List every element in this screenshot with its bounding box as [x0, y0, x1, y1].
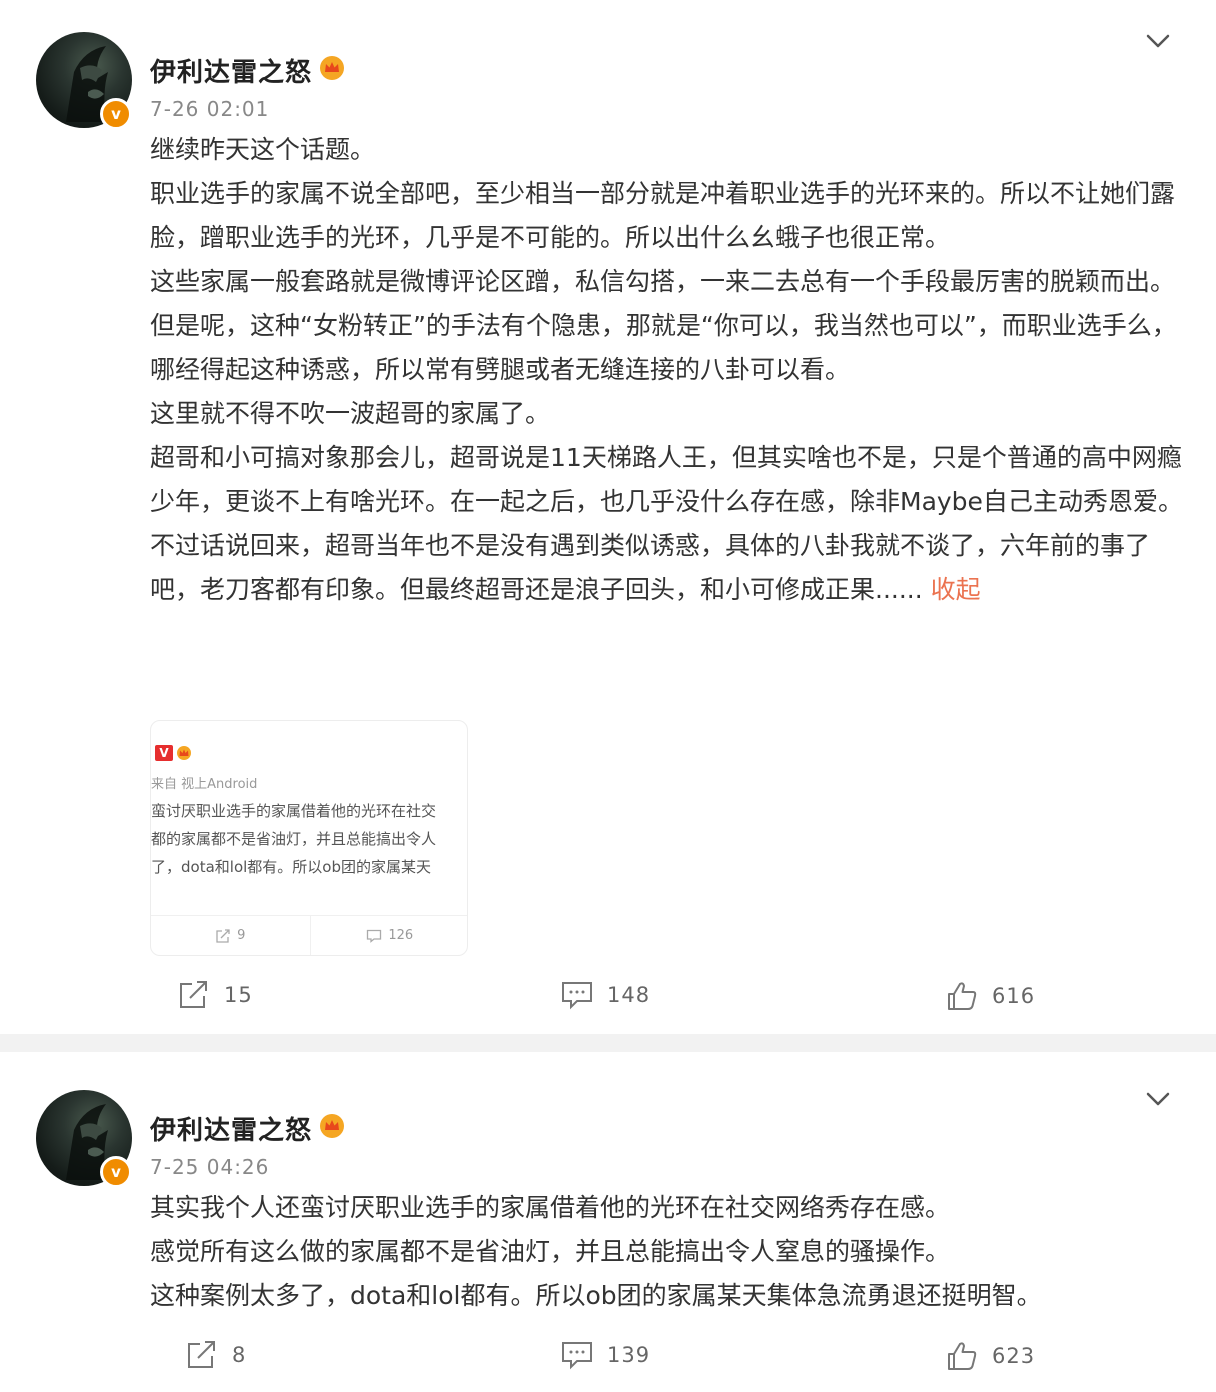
like-count: 623 — [992, 1344, 1036, 1368]
post-paragraph: 这种案例太多了，dota和lol都有。所以ob团的家属某天集体急流勇退还挺明智。 — [150, 1281, 1042, 1310]
post-paragraph: 其实我个人还蛮讨厌职业选手的家属借着他的光环在社交网络秀存在感。 — [150, 1193, 951, 1222]
crown-icon — [320, 56, 344, 80]
comment-button[interactable]: 148 — [561, 980, 650, 1010]
embed-source: 来自 视上Android — [151, 777, 258, 792]
verified-badge-icon: v — [100, 1156, 132, 1188]
repost-icon — [180, 981, 207, 1008]
comment-icon — [367, 929, 382, 943]
crown-icon — [320, 1114, 344, 1138]
thumbs-up-icon — [948, 982, 977, 1010]
embed-comment: 126 — [309, 916, 468, 955]
chevron-down-icon[interactable] — [1144, 32, 1172, 50]
post-paragraph: 不过话说回来，超哥当年也不是没有遇到类似诱惑，具体的八卦我就不谈了，六年前的事了… — [150, 524, 1190, 612]
embed-crown-icon — [177, 746, 191, 760]
embed-text: 蛮讨厌职业选手的家属借着他的光环在社交 都的家属都不是省油灯，并且总能搞出令人 … — [151, 797, 467, 881]
like-count: 616 — [992, 984, 1036, 1008]
embed-badges: V — [155, 745, 193, 761]
post-paragraph: 继续昨天这个话题。 — [150, 135, 376, 164]
repost-button[interactable]: 15 — [178, 980, 253, 1010]
chevron-down-icon[interactable] — [1144, 1090, 1172, 1108]
username[interactable]: 伊利达雷之怒 — [150, 52, 312, 89]
post-paragraph: 感觉所有这么做的家属都不是省油灯，并且总能搞出令人窒息的骚操作。 — [150, 1237, 951, 1266]
repost-count: 8 — [232, 1343, 247, 1367]
comment-icon — [562, 1342, 592, 1370]
post-card: v 伊利达雷之怒 7-26 02:01 继续昨天这个话题。 职业选手的家属不说全… — [0, 0, 1216, 1034]
post-card: v 伊利达雷之怒 7-25 04:26 其实我个人还蛮讨厌职业选手的家属借着他的… — [0, 1052, 1216, 1392]
post-paragraph: 这些家属一般套路就是微博评论区蹭，私信勾搭，一来二去总有一个手段最厉害的脱颖而出… — [150, 267, 1176, 296]
embed-line: 了，dota和lol都有。所以ob团的家属某天 — [151, 858, 431, 876]
embed-verified-icon: V — [155, 745, 173, 761]
repost-icon — [188, 1341, 215, 1368]
embed-repost: 9 — [151, 916, 310, 955]
thumbs-up-icon — [948, 1342, 977, 1370]
post-paragraph: 超哥和小可搞对象那会儿，超哥说是11天梯路人王，但其实啥也不是，只是个普通的高中… — [150, 443, 1183, 516]
comment-button[interactable]: 139 — [561, 1340, 650, 1370]
post-paragraph: 职业选手的家属不说全部吧，至少相当一部分就是冲着职业选手的光环来的。所以不让她们… — [150, 179, 1176, 252]
embed-actions: 9 126 — [151, 915, 468, 955]
comment-count: 148 — [607, 983, 651, 1007]
post-text: 其实我个人还蛮讨厌职业选手的家属借着他的光环在社交网络秀存在感。 感觉所有这么做… — [150, 1186, 1190, 1318]
repost-count: 15 — [224, 983, 253, 1007]
like-button[interactable]: 616 — [946, 980, 1035, 1012]
like-button[interactable]: 623 — [946, 1340, 1035, 1372]
embedded-image[interactable]: V 来自 视上Android 蛮讨厌职业选手的家属借着他的光环在社交 都的家属都… — [150, 720, 468, 956]
embed-repost-count: 9 — [237, 928, 246, 943]
embed-line: 蛮讨厌职业选手的家属借着他的光环在社交 — [151, 802, 437, 820]
verified-badge-icon: v — [100, 98, 132, 130]
timestamp: 7-25 04:26 — [150, 1155, 270, 1179]
username[interactable]: 伊利达雷之怒 — [150, 1110, 312, 1147]
comment-count: 139 — [607, 1343, 651, 1367]
embed-line: 都的家属都不是省油灯，并且总能搞出令人 — [151, 830, 437, 848]
comment-icon — [562, 982, 592, 1010]
post-text: 继续昨天这个话题。 职业选手的家属不说全部吧，至少相当一部分就是冲着职业选手的光… — [150, 128, 1190, 612]
collapse-link[interactable]: 收起 — [931, 575, 981, 604]
post-paragraph: 但是呢，这种“女粉转正”的手法有个隐患，那就是“你可以，我当然也可以”，而职业选… — [150, 311, 1177, 384]
repost-button[interactable]: 8 — [186, 1340, 246, 1370]
embed-comment-count: 126 — [388, 928, 414, 943]
repost-icon — [216, 928, 230, 943]
timestamp: 7-26 02:01 — [150, 97, 270, 121]
post-paragraph-text: 不过话说回来，超哥当年也不是没有遇到类似诱惑，具体的八卦我就不谈了，六年前的事了… — [150, 531, 1151, 604]
post-paragraph: 这里就不得不吹一波超哥的家属了。 — [150, 399, 551, 428]
